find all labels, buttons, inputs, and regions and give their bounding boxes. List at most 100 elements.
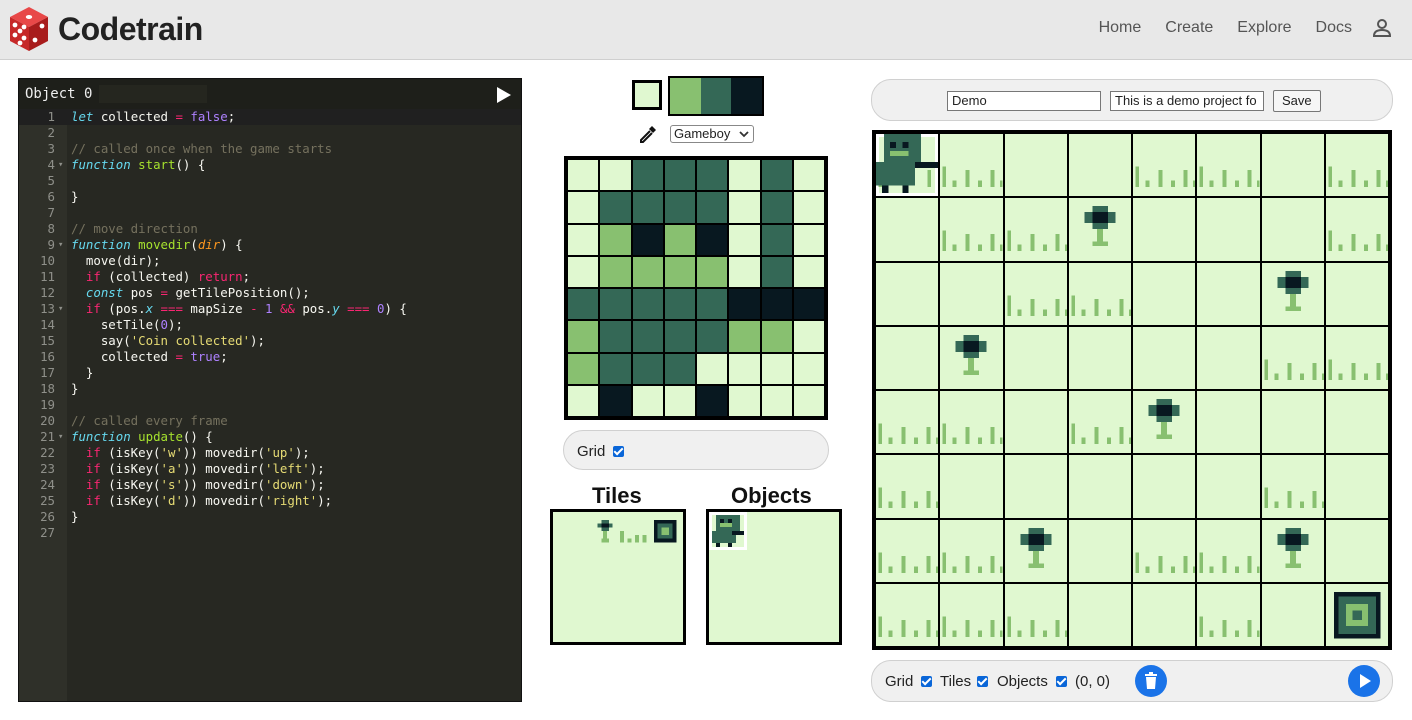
map-cell[interactable]	[1133, 326, 1196, 389]
user-icon[interactable]	[1372, 18, 1392, 38]
sprite-pixel[interactable]	[568, 256, 599, 287]
sprite-pixel[interactable]	[600, 160, 631, 191]
map-cell[interactable]	[940, 134, 1003, 197]
map-cell[interactable]	[940, 519, 1003, 582]
fold-arrow-icon[interactable]: ▾	[58, 429, 63, 445]
code-line[interactable]: 1 let collected = false;	[19, 109, 521, 125]
clear-map-button[interactable]	[1135, 665, 1167, 697]
sprite-pixel[interactable]	[632, 385, 663, 416]
palette-color[interactable]	[670, 78, 701, 114]
map-cell[interactable]	[1197, 391, 1260, 454]
code-line[interactable]: 15 say('Coin collected');	[19, 333, 521, 349]
map-cell[interactable]	[876, 326, 939, 389]
map-cell[interactable]	[1004, 519, 1067, 582]
game-map[interactable]	[872, 130, 1392, 650]
code-line[interactable]: 20 // called every frame	[19, 413, 521, 429]
sprite-pixel[interactable]	[632, 353, 663, 384]
code-line[interactable]: 16 collected = true;	[19, 349, 521, 365]
map-cell[interactable]	[876, 391, 939, 454]
map-cell[interactable]	[1261, 134, 1324, 197]
sprite-pixel[interactable]	[697, 385, 728, 416]
sprite-pixel[interactable]	[761, 385, 792, 416]
map-cell[interactable]	[1261, 455, 1324, 518]
map-cell[interactable]	[1004, 262, 1067, 325]
map-cell[interactable]	[1133, 391, 1196, 454]
code-line[interactable]: 11 if (collected) return;	[19, 269, 521, 285]
map-cell[interactable]	[1197, 455, 1260, 518]
map-cell[interactable]	[1261, 198, 1324, 261]
map-cell[interactable]	[1325, 134, 1388, 197]
map-cell[interactable]	[1197, 519, 1260, 582]
map-cell[interactable]	[1068, 262, 1131, 325]
code-line[interactable]: 26}	[19, 509, 521, 525]
sprite-pixel[interactable]	[729, 224, 760, 255]
play-game-button[interactable]	[1348, 665, 1380, 697]
sprite-grid-checkbox[interactable]	[613, 446, 624, 457]
brand[interactable]: Codetrain	[8, 5, 203, 53]
map-cell[interactable]	[1261, 326, 1324, 389]
sprite-pixel[interactable]	[632, 289, 663, 320]
sprite-pixel[interactable]	[697, 289, 728, 320]
code-line[interactable]: 2	[19, 125, 521, 141]
code-line[interactable]: 6}	[19, 189, 521, 205]
sprite-pixel[interactable]	[632, 192, 663, 223]
project-description-input[interactable]: This is a demo project fo	[1110, 91, 1264, 111]
objects-panel[interactable]	[706, 509, 842, 645]
nav-docs-link[interactable]: Docs	[1316, 19, 1352, 37]
sprite-pixel[interactable]	[664, 353, 695, 384]
code-lines[interactable]: 1 let collected = false; 2 3 // called once …	[19, 109, 521, 541]
map-cell[interactable]	[1133, 519, 1196, 582]
map-cell[interactable]	[1197, 583, 1260, 646]
palette-select[interactable]: Gameboy	[670, 125, 754, 143]
code-line[interactable]: 13 ▾ if (pos.x === mapSize - 1 && pos.y =…	[19, 301, 521, 317]
sprite-pixel[interactable]	[632, 224, 663, 255]
sprite-pixel[interactable]	[761, 353, 792, 384]
sprite-pixel[interactable]	[793, 256, 824, 287]
map-cell[interactable]	[940, 455, 1003, 518]
sprite-pixel[interactable]	[664, 224, 695, 255]
sprite-pixel[interactable]	[600, 224, 631, 255]
tiles-panel[interactable]	[550, 509, 686, 645]
map-cell[interactable]	[1325, 519, 1388, 582]
object-name-field[interactable]: Object 0	[25, 86, 92, 102]
save-button[interactable]: Save	[1273, 90, 1321, 112]
map-tiles-checkbox[interactable]	[977, 676, 988, 687]
map-cell[interactable]	[876, 198, 939, 261]
code-line[interactable]: 24 if (isKey('s')) movedir('down');	[19, 477, 521, 493]
map-cell[interactable]	[1068, 583, 1131, 646]
map-cell[interactable]	[1197, 262, 1260, 325]
sprite-pixel[interactable]	[761, 192, 792, 223]
code-line[interactable]: 9 ▾ function movedir(dir) {	[19, 237, 521, 253]
map-cell[interactable]	[1133, 134, 1196, 197]
sprite-pixel[interactable]	[761, 224, 792, 255]
map-cell[interactable]	[1197, 326, 1260, 389]
code-line[interactable]: 25 if (isKey('d')) movedir('right');	[19, 493, 521, 509]
map-cell[interactable]	[1004, 198, 1067, 261]
palette-colors[interactable]	[668, 76, 764, 116]
sprite-pixel[interactable]	[697, 321, 728, 352]
map-cell[interactable]	[876, 519, 939, 582]
code-line[interactable]: 22 if (isKey('w')) movedir('up');	[19, 445, 521, 461]
map-cell[interactable]	[1325, 455, 1388, 518]
code-line[interactable]: 3 // called once when the game starts	[19, 141, 521, 157]
map-cell[interactable]	[1325, 391, 1388, 454]
map-cell[interactable]	[1004, 583, 1067, 646]
palette-color[interactable]	[731, 78, 763, 114]
sprite-pixel[interactable]	[793, 289, 824, 320]
map-cell[interactable]	[1325, 583, 1388, 646]
map-cell[interactable]	[876, 134, 939, 197]
map-cell[interactable]	[1325, 262, 1388, 325]
sprite-pixel[interactable]	[793, 224, 824, 255]
sprite-pixel[interactable]	[761, 289, 792, 320]
sprite-pixel[interactable]	[600, 353, 631, 384]
sprite-pixel[interactable]	[729, 192, 760, 223]
map-cell[interactable]	[940, 583, 1003, 646]
map-cell[interactable]	[1133, 455, 1196, 518]
sprite-pixel[interactable]	[697, 256, 728, 287]
code-line[interactable]: 12 const pos = getTilePosition();	[19, 285, 521, 301]
sprite-pixel[interactable]	[632, 321, 663, 352]
code-line[interactable]: 23 if (isKey('a')) movedir('left');	[19, 461, 521, 477]
map-cell[interactable]	[1068, 391, 1131, 454]
sprite-pixel[interactable]	[697, 160, 728, 191]
code-line[interactable]: 19	[19, 397, 521, 413]
